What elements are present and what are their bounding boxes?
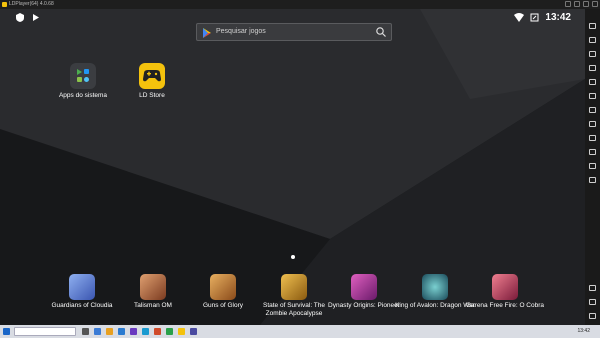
keyboard-icon[interactable] [589, 23, 596, 29]
taskbar-app-icon[interactable] [190, 328, 197, 335]
game-icon [210, 274, 236, 300]
android-screen[interactable]: 13:42 Pesquisar jogos Apps do sistema LD… [0, 9, 585, 325]
file-explorer-icon[interactable] [106, 328, 113, 335]
wifi-icon [514, 13, 525, 22]
game-icon [422, 274, 448, 300]
status-bar-left [16, 13, 41, 22]
app-label: Guns of Glory [202, 302, 244, 309]
maximize-icon[interactable] [583, 1, 589, 7]
app-label: LD Store [139, 92, 165, 99]
emulator-window: LDPlayer(64) 4.0.68 13:42 Pesquisar jogo… [0, 0, 600, 338]
more-icon[interactable] [589, 177, 596, 183]
home-icon[interactable] [589, 299, 596, 305]
app-label: Apps do sistema [58, 92, 108, 99]
taskbar-app-icon[interactable] [166, 328, 173, 335]
apps-folder-icon [70, 63, 96, 89]
app-label: King of Avalon: Dragon War [395, 302, 475, 309]
google-play-icon [203, 28, 211, 38]
dock-app-talisman-om[interactable]: Talisman OM [113, 274, 193, 310]
close-icon[interactable] [592, 1, 598, 7]
window-title: LDPlayer(64) 4.0.68 [9, 1, 54, 7]
battery-icon [530, 13, 539, 22]
app-label: Dynasty Origins: Pioneer [328, 302, 400, 309]
edge-icon[interactable] [118, 328, 125, 335]
shake-icon[interactable] [589, 121, 596, 127]
volume-up-icon[interactable] [589, 51, 596, 57]
shield-icon [16, 13, 24, 22]
dock-app-garena-free-fire[interactable]: Garena Free Fire: O Cobra [465, 274, 545, 310]
fullscreen-icon[interactable] [589, 79, 596, 85]
status-time: 13:42 [545, 12, 571, 23]
menu-icon[interactable] [565, 1, 571, 7]
window-controls [565, 1, 598, 7]
play-store-status-icon [33, 14, 39, 21]
back-icon[interactable] [589, 285, 596, 291]
search-icon[interactable] [376, 27, 386, 37]
app-ld-store[interactable]: LD Store [130, 63, 174, 99]
recent-apps-icon[interactable] [589, 313, 596, 319]
taskbar-app-icon[interactable] [142, 328, 149, 335]
search-placeholder: Pesquisar jogos [216, 28, 266, 35]
location-icon[interactable] [589, 163, 596, 169]
sync-icon[interactable] [589, 149, 596, 155]
apk-install-icon[interactable] [589, 107, 596, 113]
dock-app-dynasty-origins[interactable]: Dynasty Origins: Pioneer [324, 274, 404, 310]
app-label: Guardians of Cloudia [51, 302, 113, 309]
app-label: State of Survival: The Zombie Apocalypse [262, 302, 326, 317]
app-label: Talisman OM [134, 302, 172, 309]
windows-start-icon[interactable] [3, 328, 10, 335]
game-icon [281, 274, 307, 300]
search-bar[interactable]: Pesquisar jogos [196, 23, 392, 41]
dock-app-guns-of-glory[interactable]: Guns of Glory [183, 274, 263, 310]
app-label: Garena Free Fire: O Cobra [465, 302, 545, 309]
taskbar-app-icon[interactable] [154, 328, 161, 335]
task-view-icon[interactable] [82, 328, 89, 335]
gamepad-icon [139, 63, 165, 89]
taskbar-clock: 13:42 [577, 328, 590, 334]
page-indicator [291, 255, 295, 259]
title-bar: LDPlayer(64) 4.0.68 [0, 0, 600, 9]
record-icon[interactable] [589, 93, 596, 99]
game-icon [69, 274, 95, 300]
taskbar-search[interactable] [14, 327, 76, 336]
taskbar-app-icon[interactable] [130, 328, 137, 335]
game-icon [492, 274, 518, 300]
windows-taskbar: 13:42 [0, 325, 600, 338]
volume-down-icon[interactable] [589, 65, 596, 71]
game-icon [351, 274, 377, 300]
minimize-icon[interactable] [574, 1, 580, 7]
taskbar-app-icon[interactable] [94, 328, 101, 335]
ldplayer-taskbar-icon[interactable] [178, 328, 185, 335]
ldplayer-logo-icon [2, 2, 7, 7]
dock-app-king-of-avalon[interactable]: King of Avalon: Dragon War [395, 274, 475, 310]
screenshot-icon[interactable] [589, 37, 596, 43]
folder-icon[interactable] [589, 135, 596, 141]
game-icon [140, 274, 166, 300]
dock-app-state-of-survival[interactable]: State of Survival: The Zombie Apocalypse [254, 274, 334, 318]
app-system-apps[interactable]: Apps do sistema [58, 63, 108, 99]
status-bar-right: 13:42 [514, 12, 571, 23]
emulator-toolbar [585, 9, 600, 325]
dock-app-guardians-of-cloudia[interactable]: Guardians of Cloudia [42, 274, 122, 310]
